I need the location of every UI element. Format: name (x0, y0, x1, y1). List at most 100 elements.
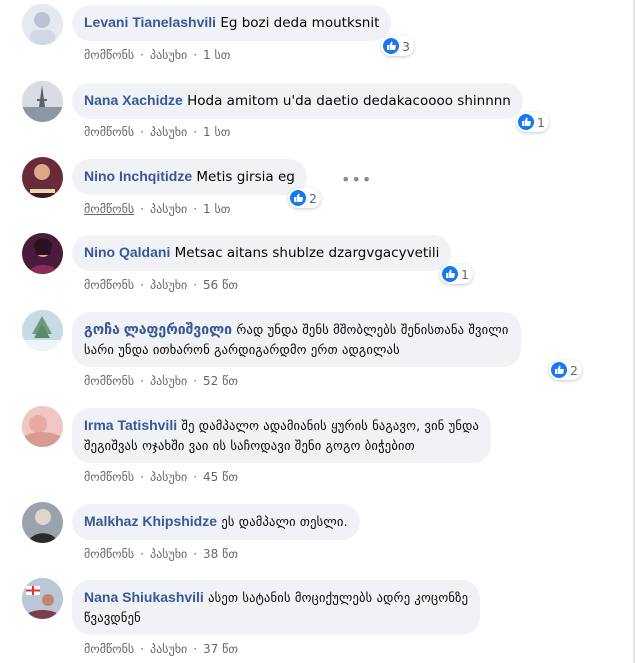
separator: · (193, 642, 198, 656)
separator: · (140, 642, 144, 656)
avatar[interactable] (22, 157, 63, 198)
like-count: 2 (309, 190, 317, 206)
avatar[interactable] (22, 502, 63, 543)
reply-button[interactable]: პასუხი (150, 48, 187, 62)
like-button[interactable]: მომწონს (84, 202, 134, 216)
timestamp[interactable]: 37 წთ (203, 642, 238, 656)
comment-bubble: Irma Tatishvili შე დამპალო ადამიანის ყურ… (72, 408, 492, 463)
timestamp[interactable]: 56 წთ (203, 278, 238, 292)
comment-bubble: Malkhaz Khipshidze ეს დამპალი თესლი. (72, 504, 360, 540)
timestamp[interactable]: 1 სთ (203, 48, 230, 62)
comment-text: სარი უნდა ითხარონ გარდიგარდმო ერთ ადგილა… (84, 342, 400, 357)
timestamp[interactable]: 45 წთ (203, 470, 238, 484)
comment-actions: მომწონს · პასუხი · 1 სთ (84, 202, 230, 216)
reply-button[interactable]: პასუხი (150, 642, 187, 656)
separator: · (193, 547, 198, 561)
separator: · (140, 470, 144, 484)
comment-actions: მომწონს · პასუხი · 37 წთ (84, 642, 238, 656)
like-count: 3 (402, 38, 410, 54)
reply-button[interactable]: პასუხი (150, 547, 187, 561)
reaction-count[interactable]: 1 (516, 112, 549, 132)
comment-bubble: გოჩა ლაფერიშვილი რად უნდა შენს მშობლებს … (72, 312, 521, 367)
separator: · (193, 374, 198, 388)
separator: · (193, 202, 198, 216)
timestamp[interactable]: 38 წთ (203, 547, 238, 561)
reply-button[interactable]: პასუხი (150, 125, 187, 139)
separator: · (140, 374, 144, 388)
timestamp[interactable]: 1 სთ (203, 202, 230, 216)
thumbs-up-icon (551, 362, 567, 378)
like-button[interactable]: მომწონს (84, 278, 134, 292)
comment-bubble: Nino Qaldani Metsac aitans shublze dzarg… (72, 235, 452, 271)
comment-bubble: Nino Inchqitidze Metis girsia eg (72, 159, 307, 195)
comment-text: ეს დამპალი თესლი. (221, 514, 348, 529)
more-options-icon[interactable]: ••• (341, 170, 372, 189)
comment-bubble: Nana Xachidze Hoda amitom u'da daetio de… (72, 83, 523, 119)
like-count: 1 (537, 114, 545, 130)
comment-line: Nana Shiukashvili ასეთ სატანის მოციქულებ… (84, 588, 468, 608)
reply-button[interactable]: პასუხი (150, 202, 187, 216)
reply-button[interactable]: პასუხი (150, 470, 187, 484)
thumbs-up-icon (383, 38, 399, 54)
separator: · (140, 278, 144, 292)
like-button[interactable]: მომწონს (84, 48, 134, 62)
comment-text: Metis girsia eg (196, 169, 295, 185)
thumbs-up-icon (518, 114, 534, 130)
comment-author[interactable]: Nino Qaldani (84, 244, 170, 260)
avatar[interactable] (22, 406, 63, 447)
comment-actions: მომწონს · პასუხი · 52 წთ (84, 374, 238, 388)
reply-button[interactable]: პასუხი (150, 278, 187, 292)
separator: · (193, 278, 198, 292)
thumbs-up-icon (290, 190, 306, 206)
like-count: 2 (570, 362, 578, 378)
separator: · (140, 125, 144, 139)
timestamp[interactable]: 52 წთ (203, 374, 238, 388)
timestamp[interactable]: 1 სთ (203, 125, 230, 139)
comment-bubble: Levani Tianelashvili Eg bozi deda moutks… (72, 5, 392, 41)
avatar[interactable] (22, 233, 63, 274)
separator: · (193, 470, 198, 484)
like-button[interactable]: მომწონს (84, 547, 134, 561)
comment-text: რად უნდა შენს მშობლებს შენისთანა შვილი (236, 322, 509, 337)
separator: · (140, 202, 144, 216)
reply-button[interactable]: პასუხი (150, 374, 187, 388)
comment-author[interactable]: გოჩა ლაფერიშვილი (84, 321, 232, 337)
separator: · (193, 48, 198, 62)
separator: · (193, 125, 198, 139)
avatar[interactable] (22, 310, 63, 351)
comment-author[interactable]: Irma Tatishvili (84, 417, 177, 433)
like-button[interactable]: მომწონს (84, 470, 134, 484)
comment-text: წვავდნენ (84, 610, 141, 625)
comment-text: ასეთ სატანის მოციქულებს ადრე კოცონზე (208, 590, 469, 605)
separator: · (140, 48, 144, 62)
comment-line: Irma Tatishvili შე დამპალო ადამიანის ყურ… (84, 416, 479, 436)
comment-author[interactable]: Malkhaz Khipshidze (84, 513, 217, 529)
like-button[interactable]: მომწონს (84, 642, 134, 656)
like-count: 1 (461, 266, 469, 282)
comment-author[interactable]: Nana Xachidze (84, 92, 183, 108)
reaction-count[interactable]: 2 (549, 360, 582, 380)
comment-text: შე დამპალო ადამიანის ყურის ნაგავო, ვინ უ… (181, 418, 480, 433)
reaction-count[interactable]: 1 (440, 264, 473, 284)
comment-actions: მომწონს · პასუხი · 56 წთ (84, 278, 238, 292)
comment-author[interactable]: Levani Tianelashvili (84, 14, 216, 30)
comment-bubble: Nana Shiukashvili ასეთ სატანის მოციქულებ… (72, 580, 481, 635)
comment-author[interactable]: Nana Shiukashvili (84, 589, 204, 605)
separator: · (140, 547, 144, 561)
comment-author[interactable]: Nino Inchqitidze (84, 168, 192, 184)
avatar[interactable] (22, 4, 63, 45)
comment-text: Metsac aitans shublze dzargvgacyvetili (174, 245, 440, 261)
comment-actions: მომწონს · პასუხი · 1 სთ (84, 48, 230, 62)
comment-actions: მომწონს · პასუხი · 38 წთ (84, 547, 238, 561)
comment-text: შეგიშვას ოჯახში ვაი ის საჩოდავი შენი გოგ… (84, 438, 415, 453)
reaction-count[interactable]: 2 (288, 188, 321, 208)
comment-actions: მომწონს · პასუხი · 45 წთ (84, 470, 238, 484)
thumbs-up-icon (442, 266, 458, 282)
avatar[interactable] (22, 81, 63, 122)
avatar[interactable] (22, 578, 63, 619)
comment-line: გოჩა ლაფერიშვილი რად უნდა შენს მშობლებს … (84, 320, 509, 340)
like-button[interactable]: მომწონს (84, 374, 134, 388)
comment-text: Hoda amitom u'da daetio dedakacoooo shin… (187, 93, 511, 109)
reaction-count[interactable]: 3 (381, 36, 414, 56)
like-button[interactable]: მომწონს (84, 125, 134, 139)
